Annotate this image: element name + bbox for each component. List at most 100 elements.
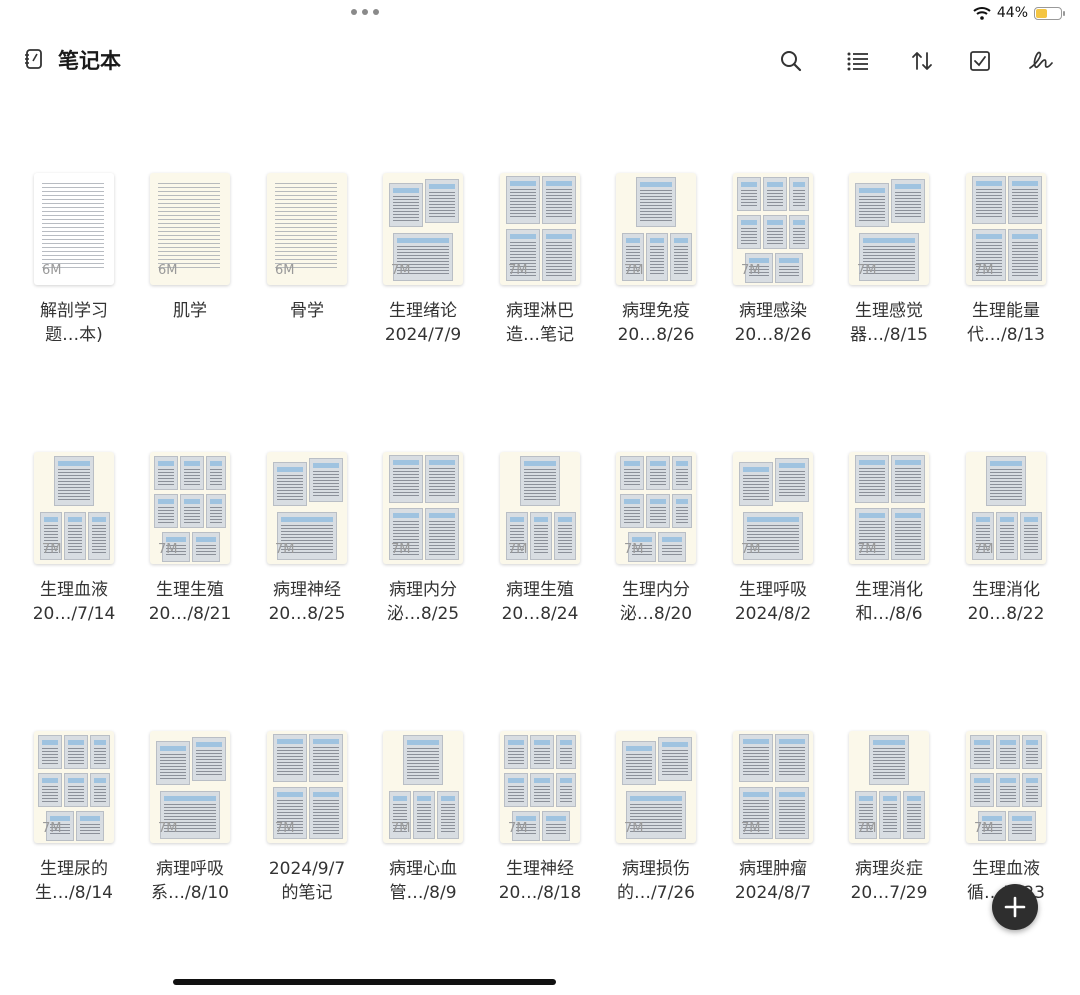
notebook-thumbnail[interactable]: 7M <box>966 452 1046 564</box>
sort-arrows-icon <box>912 52 932 70</box>
notebook-title-line: 生理血液 <box>40 580 108 600</box>
notebook-title[interactable]: 病理免疫 20…8/26 <box>598 299 714 347</box>
file-size-label: 7M <box>741 821 761 836</box>
notebook-title-line: 生理呼吸 <box>739 580 807 600</box>
battery-icon <box>1034 6 1065 20</box>
home-indicator[interactable] <box>173 979 556 985</box>
notebook-title[interactable]: 生理感觉 器…/8/15 <box>831 299 947 347</box>
notebook-title-line: 生理尿的 <box>40 859 108 879</box>
notebook-title[interactable]: 病理肿瘤 2024/8/7 <box>715 857 831 905</box>
notebook-title[interactable]: 生理尿的 生…/8/14 <box>16 857 132 905</box>
battery-percent: 44% <box>996 5 1028 21</box>
multitasking-dots[interactable] <box>351 9 379 15</box>
file-size-label: 7M <box>741 542 761 557</box>
notebook-title[interactable]: 生理呼吸 2024/8/2 <box>715 578 831 626</box>
file-size-label: 7M <box>158 821 178 836</box>
notebook-title-line: 骨学 <box>290 301 324 321</box>
notebook-title[interactable]: 生理消化 和…/8/6 <box>831 578 947 626</box>
notebook-title[interactable]: 生理神经 20…/8/18 <box>482 857 598 905</box>
notebook-thumbnail[interactable]: 7M <box>733 173 813 285</box>
notebook-date-line: 20…8/22 <box>967 604 1045 624</box>
notebook-thumbnail[interactable]: 7M <box>616 173 696 285</box>
notebook-title[interactable]: 病理生殖 20…8/24 <box>482 578 598 626</box>
notebook-thumbnail[interactable]: 7M <box>500 731 580 843</box>
status-bar: 44% <box>0 0 1080 30</box>
file-size-label: 6M <box>42 263 62 278</box>
notebook-title-line: 病理损伤 <box>622 859 690 879</box>
notebook-thumbnail[interactable]: 7M <box>383 173 463 285</box>
notebook-title[interactable]: 2024/9/7 的笔记 <box>249 857 365 905</box>
notebook-thumbnail[interactable]: 7M <box>849 452 929 564</box>
search-button[interactable] <box>776 46 806 76</box>
notebook-thumbnail[interactable]: 6M <box>267 173 347 285</box>
add-notebook-button[interactable] <box>992 884 1038 930</box>
notebook-date-line: 20…8/25 <box>268 604 346 624</box>
notebook-title[interactable]: 生理生殖 20…/8/21 <box>132 578 248 626</box>
page-title: 笔记本 <box>58 49 121 73</box>
notebook-thumbnail[interactable]: 7M <box>267 731 347 843</box>
notebook-title-line: 生理消化 <box>972 580 1040 600</box>
notebook-thumbnail[interactable]: 7M <box>733 452 813 564</box>
file-size-label: 7M <box>741 263 761 278</box>
notebook-title-line: 病理呼吸 <box>156 859 224 879</box>
notebook-thumbnail[interactable]: 7M <box>849 173 929 285</box>
notebook-thumbnail[interactable]: 6M <box>150 173 230 285</box>
notebook-thumbnail[interactable]: 7M <box>34 452 114 564</box>
notebook-thumbnail[interactable]: 7M <box>500 452 580 564</box>
notebook-thumbnail[interactable]: 7M <box>267 452 347 564</box>
notebook-title[interactable]: 病理内分 泌…8/25 <box>365 578 481 626</box>
file-size-label: 7M <box>857 542 877 557</box>
notebook-date-line: 的笔记 <box>281 883 333 903</box>
notebook-thumbnail[interactable]: 7M <box>849 731 929 843</box>
notebook-title[interactable]: 病理淋巴造…笔记 <box>482 299 598 347</box>
notebook-thumbnail[interactable]: 7M <box>383 731 463 843</box>
notebook-title-line: 病理炎症 <box>855 859 923 879</box>
notebook-title[interactable]: 生理内分 泌…8/20 <box>598 578 714 626</box>
notebook-thumbnail[interactable]: 7M <box>966 731 1046 843</box>
file-size-label: 7M <box>624 263 644 278</box>
select-button[interactable] <box>965 46 995 76</box>
file-size-label: 7M <box>391 821 411 836</box>
notebook-date-line: 20…/8/18 <box>498 883 582 903</box>
list-view-button[interactable] <box>843 46 873 76</box>
notebook-thumbnail[interactable]: 7M <box>150 452 230 564</box>
handwriting-button[interactable] <box>1026 46 1056 76</box>
notebook-thumbnail[interactable]: 7M <box>383 452 463 564</box>
header: 笔记本 <box>0 40 1080 80</box>
notebook-date-line: 代…/8/13 <box>967 325 1045 345</box>
notebook-title-line: 病理免疫 <box>622 301 690 321</box>
notebook-thumbnail[interactable]: 7M <box>34 731 114 843</box>
notebook-title[interactable]: 病理心血 管…/8/9 <box>365 857 481 905</box>
notebook-title-line: 解剖学习 <box>40 301 108 321</box>
notebook-title[interactable]: 生理消化 20…8/22 <box>948 578 1064 626</box>
notebook-title[interactable]: 生理血液 20…/7/14 <box>16 578 132 626</box>
notebook-title[interactable]: 病理损伤 的…/7/26 <box>598 857 714 905</box>
notebook-title-line: 生理血液 <box>972 859 1040 879</box>
file-size-label: 7M <box>42 821 62 836</box>
notebook-thumbnail[interactable]: 7M <box>733 731 813 843</box>
notebook-title[interactable]: 生理绪论 2024/7/9 <box>365 299 481 347</box>
notebook-title[interactable]: 肌学 <box>132 299 248 323</box>
notebook-title[interactable]: 病理神经 20…8/25 <box>249 578 365 626</box>
notebook-thumbnail[interactable]: 7M <box>150 731 230 843</box>
notebook-title[interactable]: 病理炎症 20…7/29 <box>831 857 947 905</box>
notebook-thumbnail[interactable]: 7M <box>966 173 1046 285</box>
notebook-date-line: 2024/8/7 <box>734 883 812 903</box>
notebook-date-line: 造…笔记 <box>506 325 574 345</box>
notebook-thumbnail[interactable]: 7M <box>616 452 696 564</box>
notebook-thumbnail[interactable]: 7M <box>500 173 580 285</box>
notebook-title[interactable]: 解剖学习 题…本) <box>16 299 132 347</box>
file-size-label: 7M <box>42 542 62 557</box>
file-size-label: 7M <box>508 263 528 278</box>
notebook-date-line: 2024/7/9 <box>384 325 462 345</box>
notebook-title[interactable]: 病理呼吸 系…/8/10 <box>132 857 248 905</box>
notebook-title[interactable]: 骨学 <box>249 299 365 323</box>
notebook-thumbnail[interactable]: 6M <box>34 173 114 285</box>
notebook-thumbnail[interactable]: 7M <box>616 731 696 843</box>
notebook-date-line: 泌…8/20 <box>619 604 693 624</box>
notebook-title-line: 生理消化 <box>855 580 923 600</box>
sort-button[interactable] <box>907 46 937 76</box>
notebook-title-line: 病理淋巴 <box>506 301 574 321</box>
notebook-title[interactable]: 病理感染 20…8/26 <box>715 299 831 347</box>
notebook-title[interactable]: 生理能量 代…/8/13 <box>948 299 1064 347</box>
